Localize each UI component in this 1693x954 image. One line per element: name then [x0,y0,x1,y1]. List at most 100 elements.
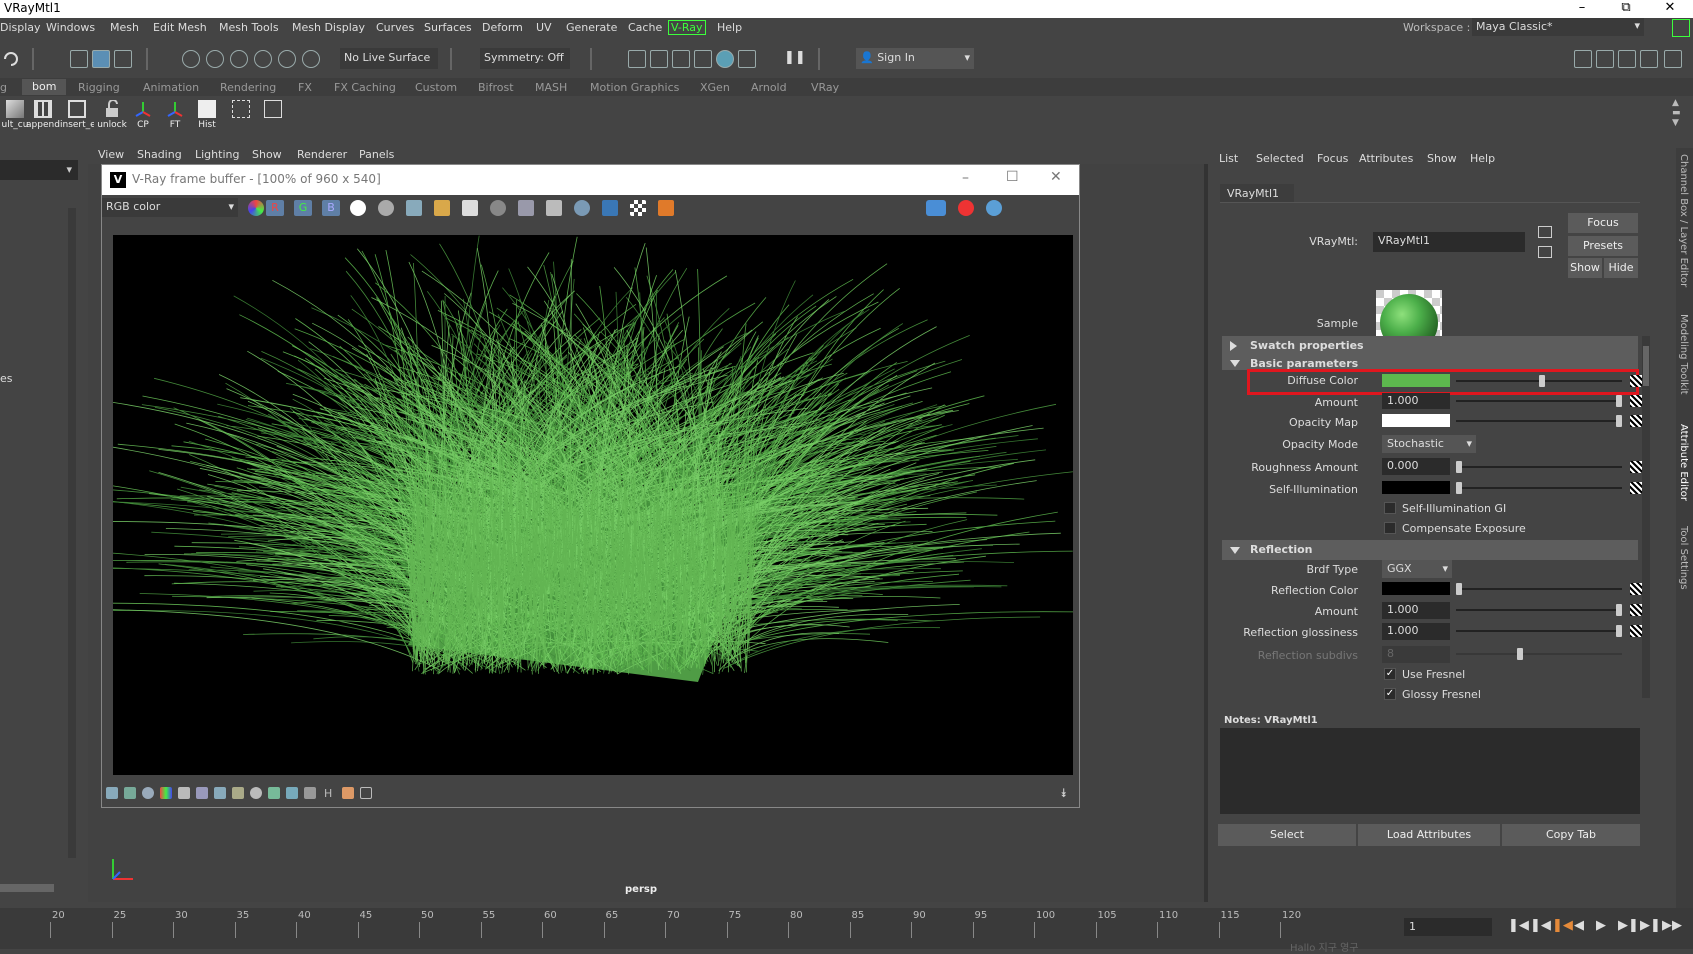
slider-handle[interactable] [1616,415,1622,427]
menu-edit-mesh[interactable]: Edit Mesh [153,21,207,34]
mono-channel-icon[interactable] [378,200,394,216]
region-render-icon[interactable] [546,200,562,216]
save-image-icon[interactable] [406,200,422,216]
snap-grid-icon[interactable] [182,50,200,68]
ae-tab-vraymtl1[interactable]: VRayMtl1 [1220,184,1294,202]
self-illumination-map-button[interactable] [1630,482,1642,494]
viewport-menu-view[interactable]: View [98,148,124,161]
pause-icon[interactable]: ❚❚ [784,50,806,68]
restore-icon[interactable]: ⧉ [1604,0,1648,18]
menu-deform[interactable]: Deform [482,21,523,34]
srgb-icon[interactable] [304,787,316,799]
duplicate-icon[interactable] [490,200,506,216]
diffuse-color-swatch[interactable] [1382,374,1450,387]
outliner-item-label[interactable]: es [0,372,13,385]
time-slider[interactable]: 20 25 30 35 40 45 50 55 60 65 70 75 80 85 90 95 100 105 11… [0,908,1693,954]
select-by-object-icon[interactable] [92,50,110,68]
play-forwards-icon[interactable]: ▶ [1596,918,1606,933]
step-back-icon[interactable]: ❚◀ [1530,918,1551,933]
shelf-tab-fx[interactable]: FX [298,81,312,94]
shelf-button-unlock[interactable]: unlock [97,98,127,132]
roughness-amount-slider[interactable] [1456,466,1622,468]
reflection-glossiness-slider[interactable] [1456,630,1622,632]
ae-scrollbar[interactable] [1642,336,1650,698]
modeling-toolkit-icon[interactable] [1574,50,1592,68]
lock-icon[interactable] [1672,19,1690,37]
menu-uv[interactable]: UV [536,21,552,34]
minimize-icon[interactable]: – [962,170,969,186]
menu-curves[interactable]: Curves [376,21,414,34]
self-illumination-swatch[interactable] [1382,481,1450,494]
roughness-map-button[interactable] [1630,461,1642,473]
snap-point-icon[interactable] [230,50,248,68]
step-forward-key-icon[interactable]: ▶❚ [1618,918,1639,933]
render-teapot-icon[interactable] [986,200,1002,216]
reflection-glossiness-map-button[interactable] [1630,625,1642,637]
maximize-icon[interactable]: ☐ [1006,169,1019,185]
viewport-menu-renderer[interactable]: Renderer [297,148,347,161]
undo-icon[interactable] [2,50,20,68]
snap-curve-icon[interactable] [206,50,224,68]
reflection-color-map-button[interactable] [1630,583,1642,595]
slider-handle[interactable] [1616,395,1622,407]
amount-slider[interactable] [1456,400,1622,402]
attribute-editor-icon[interactable] [1618,50,1636,68]
render-view-icon[interactable] [738,50,756,68]
viewport-menu-panels[interactable]: Panels [359,148,394,161]
presets-button[interactable]: Presets [1568,236,1638,256]
green-channel-button[interactable]: G [294,200,312,216]
stop-render-icon[interactable] [958,200,974,216]
select-button[interactable]: Select [1218,824,1356,846]
step-forward-icon[interactable]: ▶❚ [1640,918,1661,933]
histogram-icon[interactable] [214,787,226,799]
snap-live-icon[interactable] [278,50,296,68]
notes-textarea[interactable] [1220,728,1640,814]
play-backwards-icon[interactable]: ◀ [1574,918,1584,933]
section-basic-parameters[interactable]: Basic parameters [1222,356,1638,370]
step-back-key-icon[interactable]: ❚◀ [1552,918,1573,933]
human-ik-icon[interactable] [1596,50,1614,68]
start-ipr-icon[interactable] [926,200,946,216]
shelf-button-insert-e[interactable]: insert_e [60,98,94,132]
menu-vray[interactable]: V-Ray [668,20,706,35]
snap-pivot-icon[interactable] [302,50,320,68]
shelf-button-cp[interactable]: CP [128,98,158,132]
ae-scroll-thumb[interactable] [1643,346,1649,386]
input-connection-icon[interactable] [1538,226,1552,238]
snapshot-icon[interactable] [760,50,778,68]
go-to-end-icon[interactable]: ▶▶ [1662,918,1682,933]
close-icon[interactable]: ✕ [1648,0,1692,18]
side-tab-channel-box[interactable]: Channel Box / Layer Editor [1678,154,1689,287]
menu-windows[interactable]: Windows [46,21,95,34]
ipr-render-icon[interactable] [672,50,690,68]
load-attributes-button[interactable]: Load Attributes [1358,824,1500,846]
shelf-tab-mash[interactable]: MASH [535,81,567,94]
side-tab-attribute-editor[interactable]: Attribute Editor [1678,424,1689,501]
menu-mesh[interactable]: Mesh [110,21,139,34]
go-to-start-icon[interactable]: ❚◀ [1508,918,1529,933]
vray-lens-icon[interactable] [658,200,674,216]
opacity-map-button[interactable] [1630,415,1642,427]
shelf-button-ft[interactable]: FT [160,98,190,132]
compensate-exposure-checkbox[interactable] [1384,522,1396,534]
expand-panel-icon[interactable]: ⯯ [1060,786,1067,801]
focus-button[interactable]: Focus [1568,213,1638,233]
opacity-mode-select[interactable]: Stochastic ▾ [1382,435,1476,453]
outliner-filter[interactable]: ▾ [0,160,78,180]
menu-mesh-display[interactable]: Mesh Display [292,21,365,34]
slider-handle[interactable] [1456,583,1462,595]
viewport-menu-shading[interactable]: Shading [137,148,182,161]
select-by-component-icon[interactable] [114,50,132,68]
snap-view-plane-icon[interactable] [254,50,272,68]
slider-handle[interactable] [1539,375,1546,387]
opacity-map-slider[interactable] [1456,420,1622,422]
side-tab-tool-settings[interactable]: Tool Settings [1678,526,1689,590]
test-resolution-icon[interactable] [630,200,646,216]
render-sequence-icon[interactable] [650,50,668,68]
shelf-button-hist[interactable]: Hist [192,98,222,132]
ae-menu-attributes[interactable]: Attributes [1359,152,1413,165]
node-name-field[interactable]: VRayMtl1 [1373,232,1525,252]
reflection-amount-field[interactable]: 1.000 [1382,602,1450,619]
shelf-tab-fx-caching[interactable]: FX Caching [334,81,396,94]
channel-select[interactable]: RGB color ▾ [102,198,238,217]
